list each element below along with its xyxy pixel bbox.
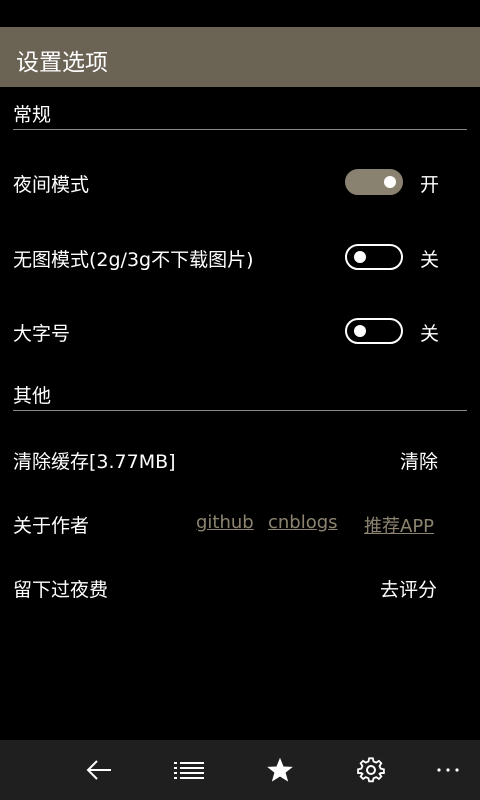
recommend-app-link[interactable]: 推荐APP (364, 512, 434, 538)
clear-cache-label: 清除缓存[3.77MB] (13, 451, 176, 473)
no-image-mode-label: 无图模式(2g/3g不下载图片) (13, 249, 254, 271)
night-mode-label: 夜间模式 (13, 174, 90, 196)
page-title: 设置选项 (16, 50, 108, 76)
toggle-knob (384, 176, 396, 188)
rate-button[interactable]: 去评分 (380, 575, 437, 602)
section-header-general: 常规 (13, 104, 52, 126)
large-font-toggle[interactable] (345, 318, 403, 344)
gear-icon[interactable] (355, 754, 387, 786)
about-author-label: 关于作者 (13, 515, 90, 537)
divider (13, 129, 467, 130)
toggle-knob (354, 325, 366, 337)
star-icon[interactable] (264, 754, 296, 786)
no-image-mode-toggle[interactable] (345, 244, 403, 270)
large-font-state: 关 (420, 323, 440, 345)
app-bar (0, 740, 480, 800)
more-icon[interactable] (432, 754, 464, 786)
night-mode-toggle[interactable] (345, 169, 403, 195)
large-font-label: 大字号 (13, 323, 71, 345)
cnblogs-link[interactable]: cnblogs (268, 512, 338, 533)
section-header-other: 其他 (13, 385, 52, 407)
clear-cache-button[interactable]: 清除 (400, 447, 438, 474)
toggle-knob (354, 251, 366, 263)
status-bar (0, 0, 480, 27)
night-mode-state: 开 (420, 174, 440, 196)
no-image-mode-state: 关 (420, 249, 440, 271)
list-icon[interactable] (173, 754, 205, 786)
back-arrow-icon[interactable] (83, 754, 115, 786)
github-link[interactable]: github (196, 512, 254, 533)
divider (13, 410, 467, 411)
title-bar: 设置选项 (0, 27, 480, 87)
feedback-label: 留下过夜费 (13, 579, 109, 601)
